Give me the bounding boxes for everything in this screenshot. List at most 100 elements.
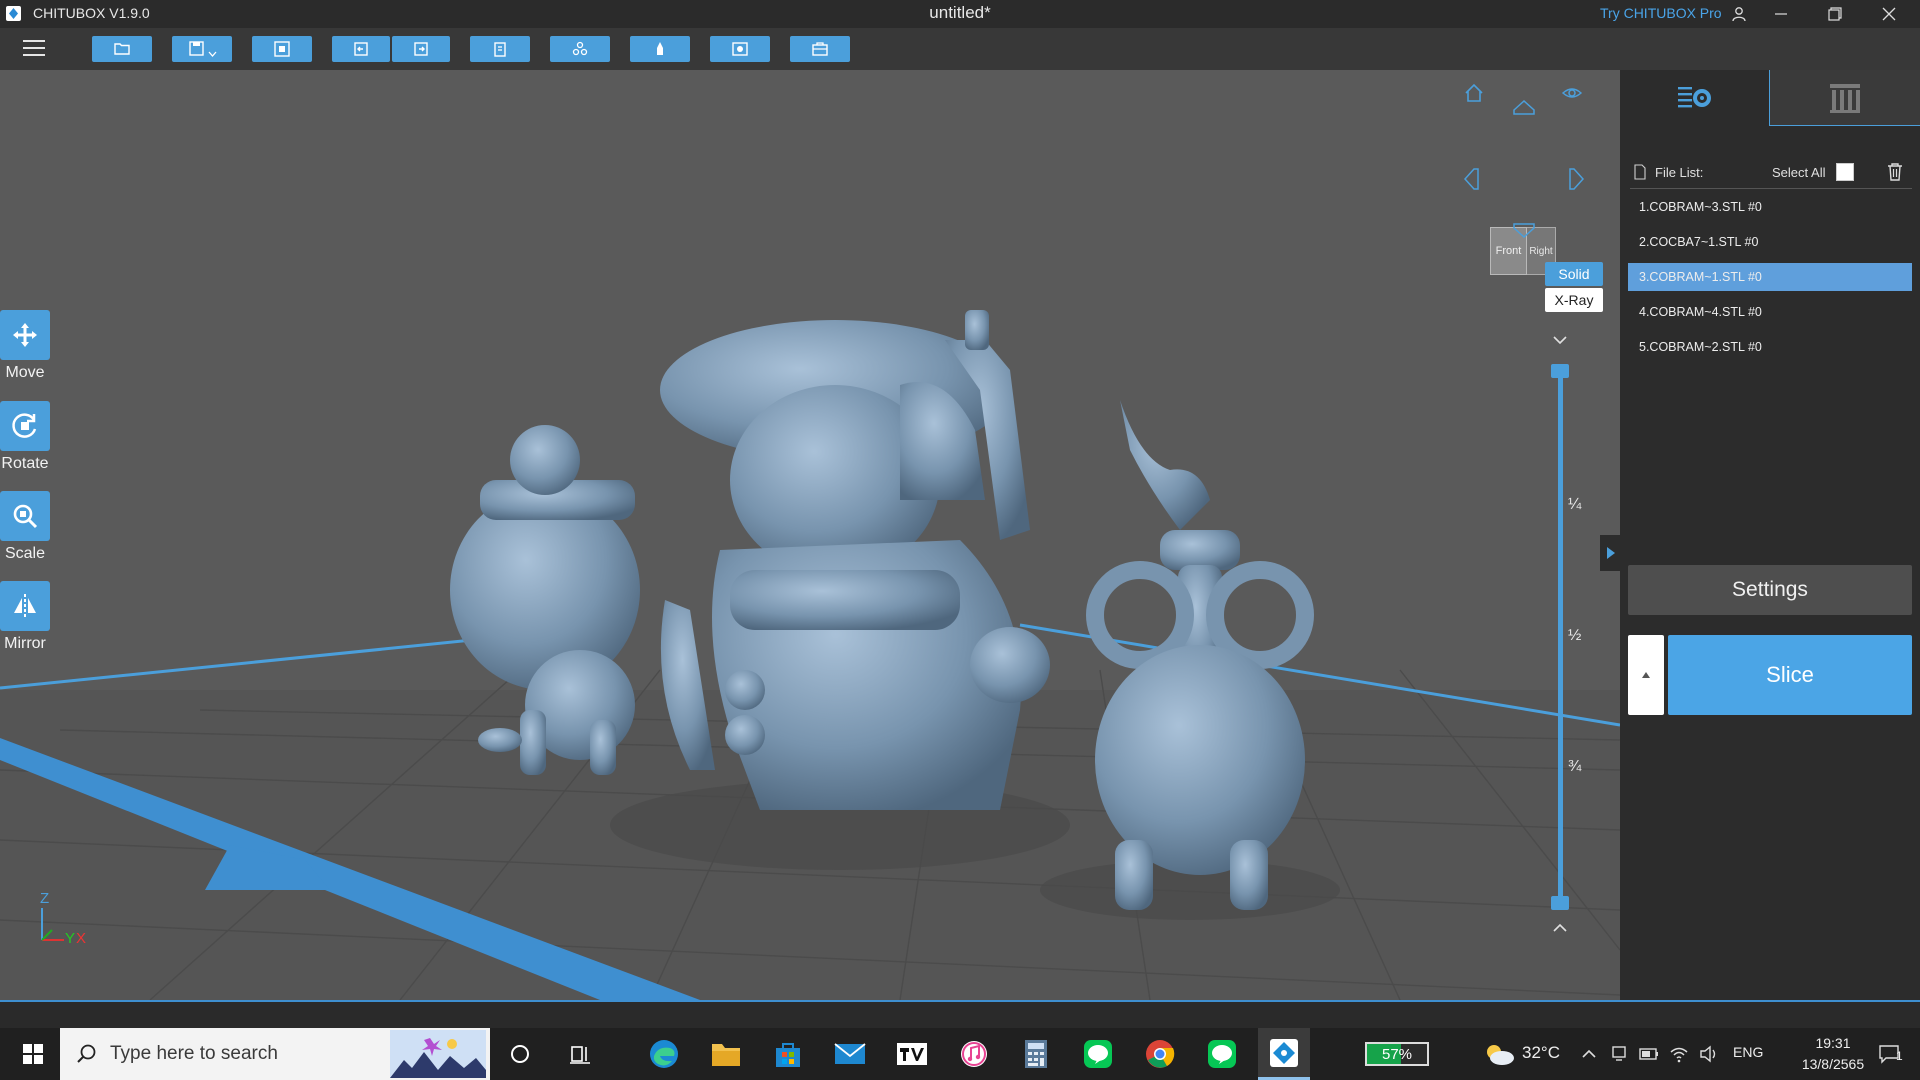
file-list-item[interactable]: 5.COBRAM~2.STL #0 (1628, 333, 1912, 361)
package-icon (812, 42, 828, 56)
redo-button[interactable] (392, 36, 450, 62)
taskbar-search-box[interactable]: Type here to search (60, 1028, 490, 1080)
select-all-label: Select All (1772, 165, 1826, 180)
open-file-button[interactable] (92, 36, 152, 62)
rotate-label: Rotate (1, 455, 49, 472)
support-button[interactable] (550, 36, 610, 62)
slice-options-toggle[interactable] (1628, 635, 1664, 715)
itunes-app[interactable] (948, 1028, 1000, 1080)
start-button[interactable] (8, 1028, 58, 1080)
hamburger-menu-icon[interactable] (22, 37, 46, 59)
view-left-button[interactable] (1458, 166, 1484, 192)
layer-up-chevron-icon[interactable] (1551, 334, 1569, 346)
chevron-down-icon (208, 51, 216, 57)
build-plate-scene[interactable] (0, 70, 1620, 1000)
meet-now-tray[interactable] (1608, 1043, 1630, 1065)
line-chat-icon (1208, 1040, 1236, 1068)
layer-slider-top-handle[interactable] (1551, 364, 1569, 378)
battery-icon (1639, 1048, 1658, 1060)
store-app[interactable] (762, 1028, 814, 1080)
battery-tray[interactable] (1638, 1043, 1660, 1065)
panel-collapse-button[interactable] (1600, 535, 1622, 571)
solid-mode-button[interactable]: Solid (1545, 262, 1603, 286)
package-button[interactable] (790, 36, 850, 62)
axis-z-label: Z (40, 890, 50, 907)
tab-print-settings[interactable] (1620, 70, 1770, 126)
file-list-item[interactable]: 4.COBRAM~4.STL #0 (1628, 298, 1912, 326)
input-language[interactable]: ENG (1733, 1044, 1763, 1060)
undo-button[interactable] (332, 36, 390, 62)
delete-button[interactable] (470, 36, 530, 62)
close-button[interactable] (1866, 0, 1912, 28)
home-view-button[interactable] (1461, 80, 1487, 106)
save-button[interactable] (172, 36, 232, 62)
mail-app[interactable] (824, 1028, 876, 1080)
tray-expand-button[interactable] (1578, 1043, 1600, 1065)
file-list-item[interactable]: 2.COCBA7~1.STL #0 (1628, 228, 1912, 256)
line-app[interactable] (1072, 1028, 1124, 1080)
axis-x-label: X (76, 930, 87, 947)
weather-cloudy-icon[interactable] (1483, 1042, 1517, 1066)
account-button[interactable] (1716, 0, 1762, 28)
line-app-2[interactable] (1196, 1028, 1248, 1080)
minimize-button[interactable] (1758, 0, 1804, 28)
layer-quarter-label: ¼ (1568, 496, 1582, 513)
save-icon (188, 41, 204, 56)
right-panel: File List: Select All 1.COBRAM~3.STL #0 … (1620, 70, 1920, 1000)
tradingview-icon (897, 1043, 927, 1065)
file-list-item-selected[interactable]: 3.COBRAM~1.STL #0 (1628, 263, 1912, 291)
slice-button[interactable]: Slice (1668, 635, 1912, 715)
search-icon (77, 1044, 96, 1063)
search-highlight-illustration-icon (390, 1030, 486, 1078)
view-bottom-button[interactable] (1511, 218, 1537, 244)
mirror-tool[interactable]: Mirror (0, 581, 50, 653)
trash-icon[interactable] (1886, 162, 1904, 182)
axis-y-label: Y (65, 930, 76, 947)
3d-viewport[interactable]: Move Rotate Scale Mirror Front Right (0, 70, 1620, 1000)
move-tool[interactable]: Move (0, 310, 50, 382)
chrome-app[interactable] (1134, 1028, 1186, 1080)
network-tray[interactable] (1668, 1043, 1690, 1065)
caret-up-icon (1642, 672, 1650, 678)
home-icon (1465, 83, 1483, 102)
cortana-button[interactable] (494, 1028, 546, 1080)
task-view-button[interactable] (554, 1028, 606, 1080)
tab-support-settings[interactable] (1770, 70, 1920, 126)
chitubox-app[interactable] (1258, 1028, 1310, 1080)
layer-slider-track[interactable] (1558, 368, 1563, 908)
visibility-button[interactable] (1559, 80, 1585, 106)
file-list-header: File List: Select All (1634, 162, 1910, 186)
music-note-icon (961, 1041, 987, 1067)
arrow-right-icon (1569, 168, 1585, 190)
hollow-button[interactable] (630, 36, 690, 62)
battery-meter[interactable]: 57% (1365, 1042, 1429, 1066)
file-explorer-app[interactable] (700, 1028, 752, 1080)
arrow-left-icon (1463, 168, 1479, 190)
xray-mode-button[interactable]: X-Ray (1545, 288, 1603, 312)
axis-gizmo: Z Y X (34, 890, 94, 950)
notification-center-button[interactable]: 1 (1872, 1043, 1906, 1065)
try-pro-link[interactable]: Try CHITUBOX Pro (1600, 5, 1722, 21)
scale-tool[interactable]: Scale (0, 491, 50, 563)
calculator-app[interactable] (1010, 1028, 1062, 1080)
screenshot-button[interactable] (252, 36, 312, 62)
windows-taskbar: Type here to search 57% 32°C ENG 19:31 1… (0, 1028, 1920, 1080)
restore-icon (1828, 7, 1842, 21)
view-top-button[interactable] (1511, 94, 1537, 120)
weather-temperature[interactable]: 32°C (1522, 1043, 1560, 1063)
rotate-tool[interactable]: Rotate (0, 401, 50, 473)
restore-button[interactable] (1812, 0, 1858, 28)
scale-label: Scale (4, 545, 46, 562)
edge-app[interactable] (638, 1028, 690, 1080)
file-list-item[interactable]: 1.COBRAM~3.STL #0 (1628, 193, 1912, 221)
volume-tray[interactable] (1698, 1043, 1720, 1065)
select-all-checkbox[interactable] (1836, 163, 1854, 181)
model-vase-figure[interactable] (1086, 400, 1314, 910)
support-icon (572, 41, 588, 56)
settings-button[interactable]: Settings (1628, 565, 1912, 615)
tradingview-app[interactable] (886, 1028, 938, 1080)
view-right-button[interactable] (1564, 166, 1590, 192)
layer-down-chevron-icon[interactable] (1551, 922, 1569, 934)
layer-slider-bottom-handle[interactable] (1551, 896, 1569, 910)
auto-layout-button[interactable] (710, 36, 770, 62)
